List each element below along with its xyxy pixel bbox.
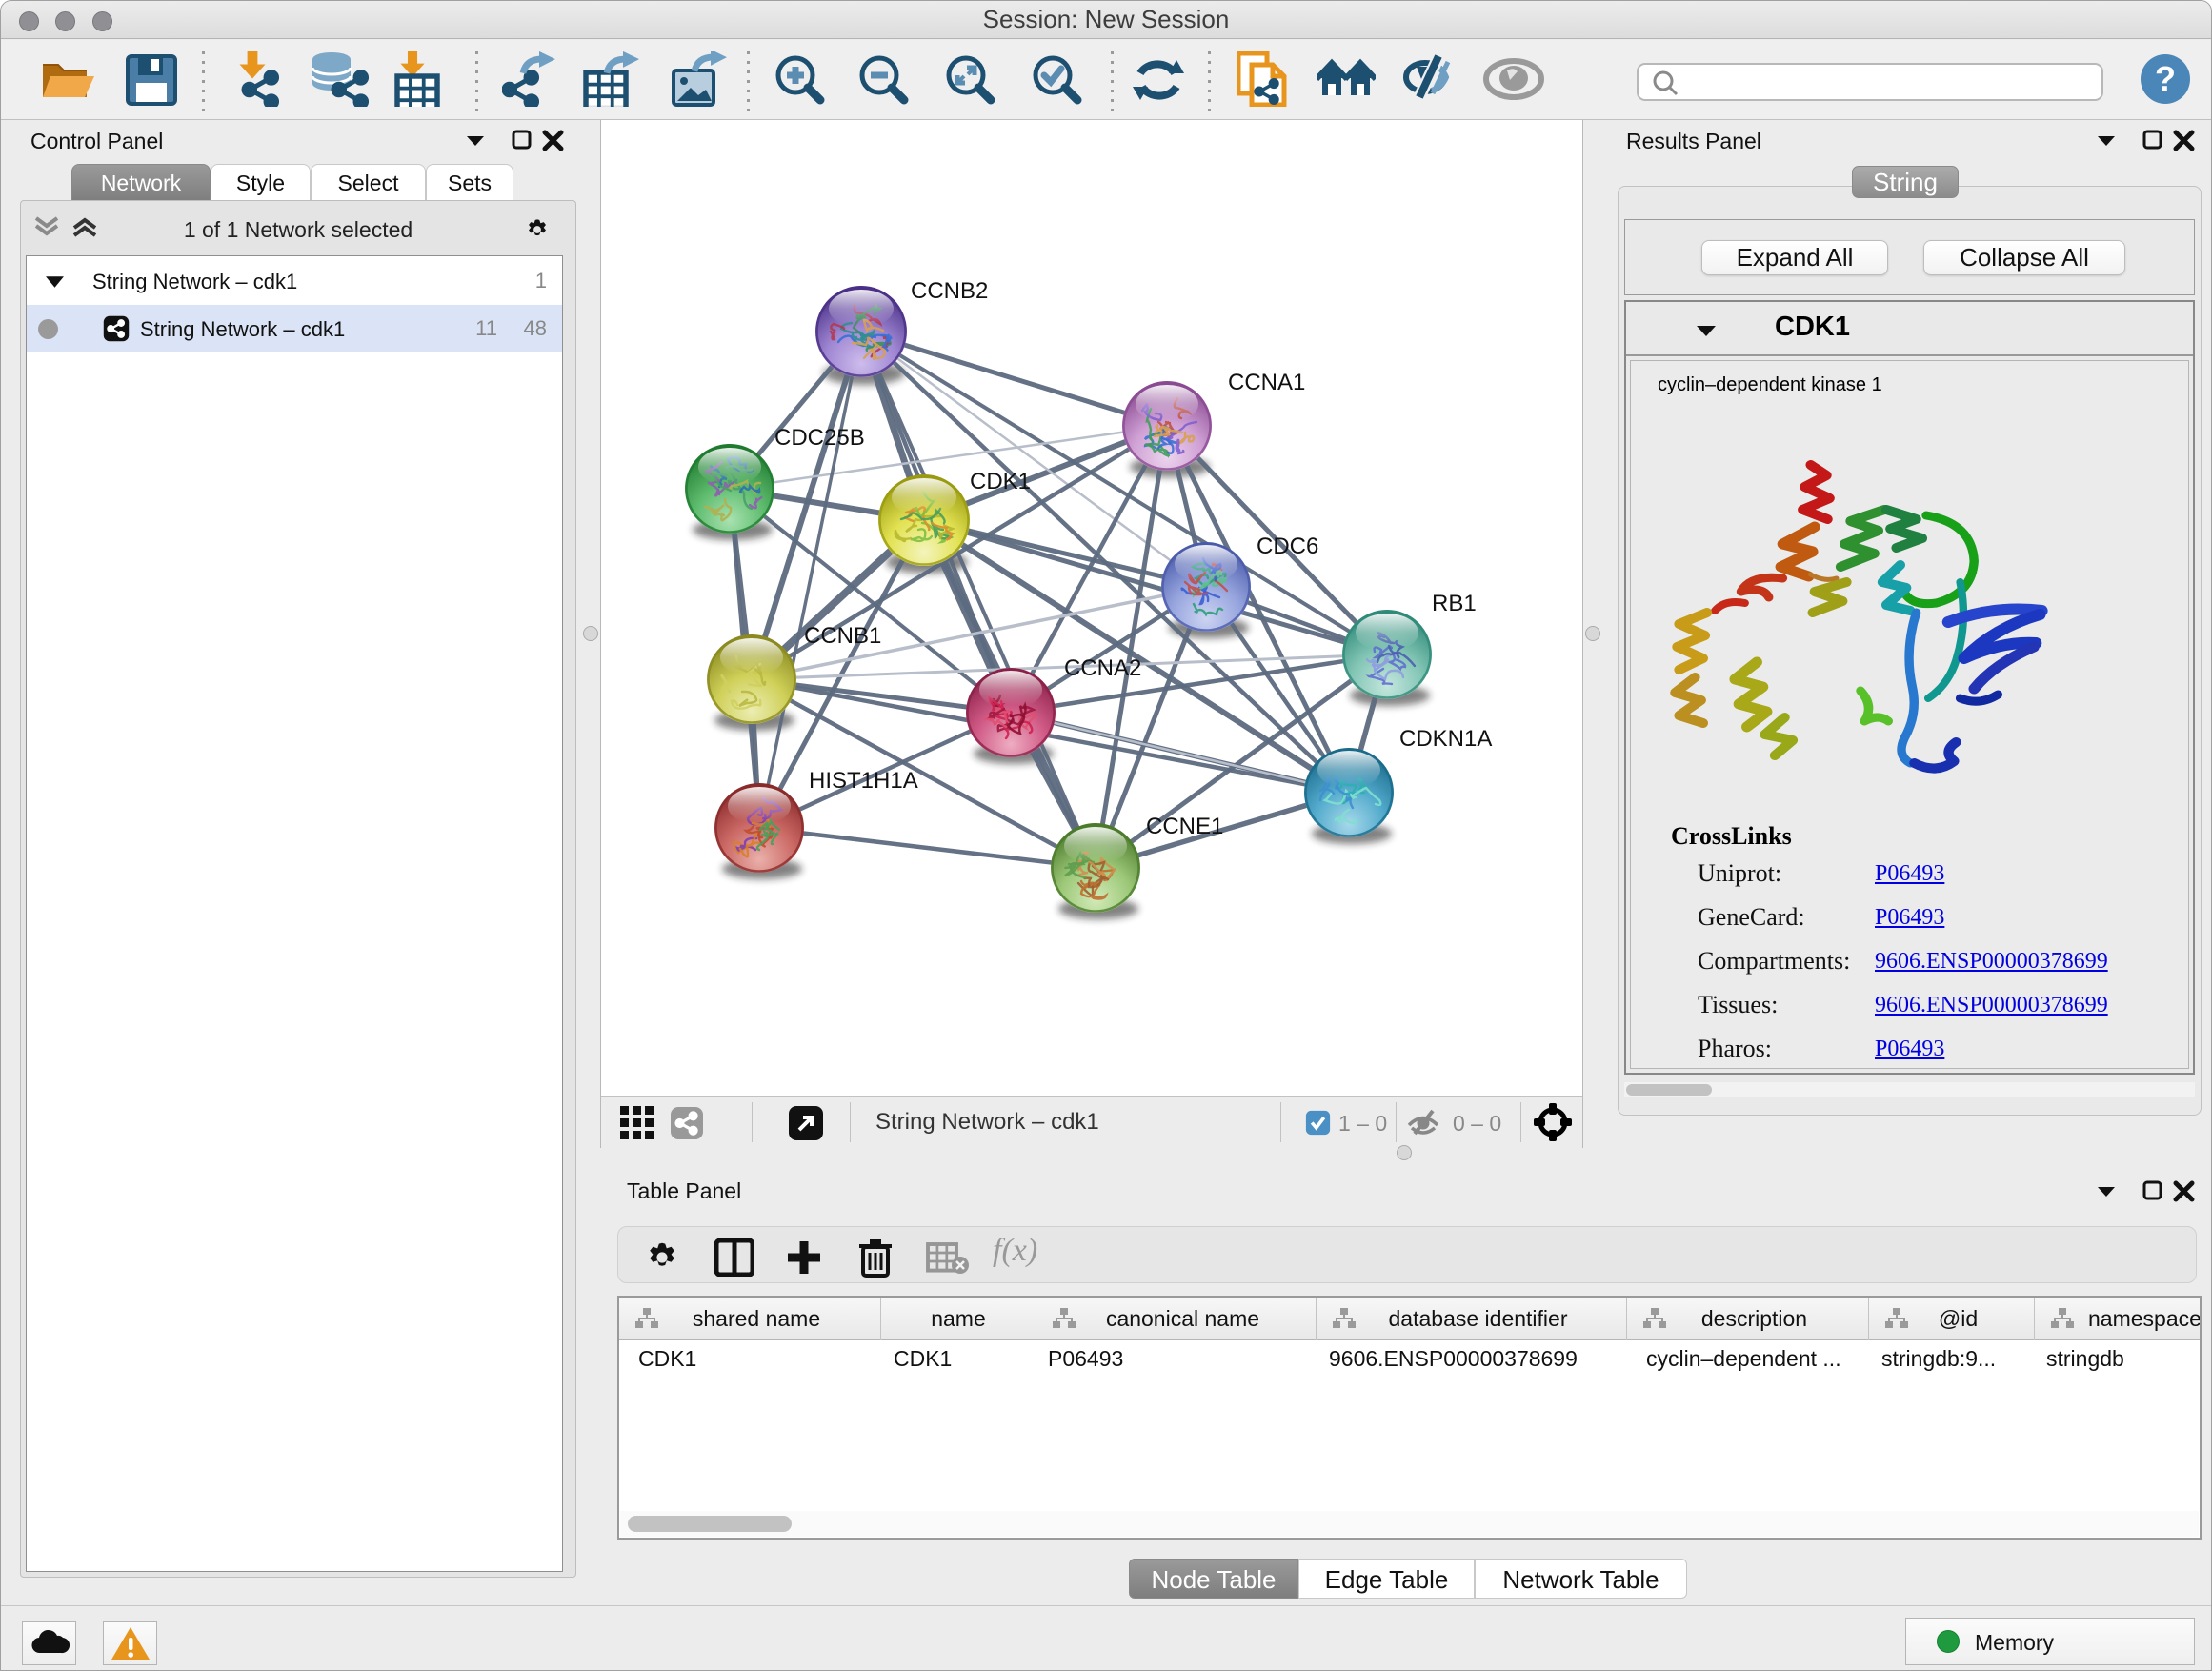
svg-text:RB1: RB1	[1432, 591, 1477, 616]
svg-text:CDC25B: CDC25B	[774, 425, 865, 451]
svg-text:?: ?	[2155, 59, 2176, 98]
svg-text:HIST1H1A: HIST1H1A	[809, 768, 918, 794]
svg-text:CDKN1A: CDKN1A	[1399, 726, 1492, 752]
svg-text:CCNA1: CCNA1	[1228, 370, 1305, 395]
svg-text:CDC6: CDC6	[1257, 534, 1318, 559]
svg-text:CCNE1: CCNE1	[1146, 814, 1223, 839]
svg-text:CCNB2: CCNB2	[911, 278, 988, 304]
svg-text:CCNA2: CCNA2	[1064, 655, 1141, 681]
svg-text:CCNB1: CCNB1	[804, 623, 881, 649]
svg-text:CDK1: CDK1	[970, 469, 1031, 494]
